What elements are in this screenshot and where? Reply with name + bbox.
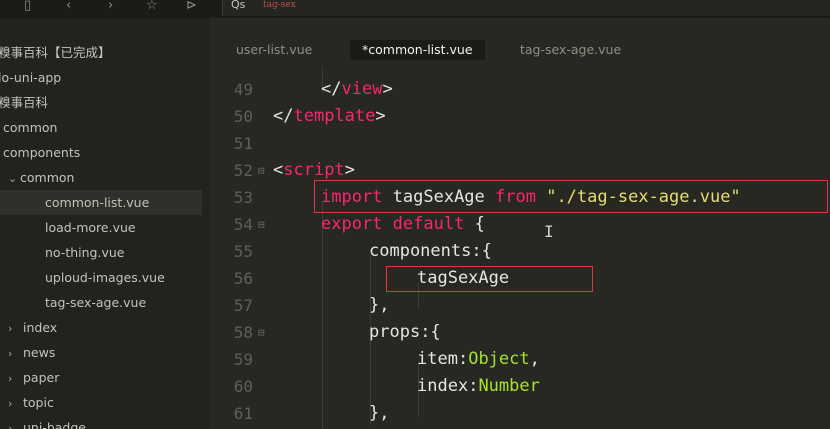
tree-item-uni-app[interactable]: lo-uni-app	[0, 65, 61, 90]
chevron-right-icon: ›	[8, 322, 13, 335]
tree-item-no-thing[interactable]: no-thing.vue	[45, 240, 124, 265]
file-icon[interactable]: ▯	[24, 0, 31, 14]
line-number: 58	[233, 323, 253, 342]
code-line-58: props:{	[369, 322, 441, 342]
line-number: 61	[233, 404, 253, 423]
back-arrow-icon[interactable]: ‹	[66, 0, 71, 14]
editor-tabs: user-list.vue *common-list.vue tag-sex-a…	[210, 34, 830, 64]
line-number: 56	[233, 269, 253, 288]
tree-item-news[interactable]: › news	[8, 340, 55, 365]
tree-item-topic[interactable]: › topic	[8, 390, 54, 415]
chevron-right-icon: ›	[8, 422, 13, 429]
tree-item-common-folder[interactable]: ⌄ common	[8, 165, 74, 190]
code-line-49: </view>	[321, 79, 393, 99]
chevron-down-icon: ⌄	[8, 172, 18, 185]
line-number: 60	[233, 377, 253, 396]
line-number: 59	[233, 350, 253, 369]
project-tree: 糗事百科【已完成】 lo-uni-app 糗事百科 common compone…	[0, 18, 210, 429]
highlight-component-name	[386, 266, 593, 292]
tab-common-list[interactable]: *common-list.vue	[350, 40, 485, 60]
tree-item-components[interactable]: components	[3, 140, 80, 165]
text-cursor-icon: I	[544, 222, 554, 241]
run-icon[interactable]: ⊳	[186, 0, 197, 14]
top-toolbar: ▯ ‹ › ☆ ⊳ Qs tag-sex	[0, 0, 830, 18]
tree-item-project[interactable]: 糗事百科	[0, 90, 48, 115]
tab-tag-sex-age[interactable]: tag-sex-age.vue	[520, 40, 621, 60]
chevron-right-icon: ›	[8, 347, 13, 360]
code-line-57: },	[369, 295, 390, 315]
tree-item-load-more[interactable]: load-more.vue	[45, 215, 136, 240]
code-line-60: index:Number	[417, 376, 540, 396]
tree-item-index[interactable]: › index	[8, 315, 57, 340]
chevron-right-icon: ›	[8, 397, 13, 410]
line-number: 55	[233, 242, 253, 261]
fold-icon[interactable]: ⊟	[258, 211, 265, 238]
code-line-50: </template>	[273, 106, 386, 126]
fold-icon[interactable]: ⊟	[258, 157, 265, 184]
highlight-import-line	[314, 180, 828, 213]
tree-item-common-root[interactable]: common	[3, 115, 57, 140]
search-query: tag-sex	[263, 0, 296, 10]
line-number: 53	[233, 188, 253, 207]
line-number: 51	[233, 134, 253, 153]
search-icon: Qs	[231, 0, 246, 11]
line-number: 50	[233, 107, 253, 126]
code-line-54: export default {	[321, 214, 485, 234]
star-icon[interactable]: ☆	[146, 0, 158, 14]
tree-item-tag-sex-age[interactable]: tag-sex-age.vue	[45, 290, 146, 315]
tree-item-uploud-images[interactable]: uploud-images.vue	[45, 265, 165, 290]
code-line-61: },	[369, 403, 390, 423]
code-editor[interactable]: 49 50 51 52 53 54 55 56 57 58 59 60 61 ⊟…	[210, 66, 830, 429]
fold-icon[interactable]: ⊟	[258, 319, 265, 346]
line-number: 52	[233, 161, 253, 180]
search-input[interactable]: Qs tag-sex	[222, 0, 830, 16]
tree-item-paper[interactable]: › paper	[8, 365, 59, 390]
tree-item-common-list[interactable]: common-list.vue	[0, 190, 202, 215]
forward-arrow-icon[interactable]: ›	[108, 0, 113, 14]
code-line-59: item:Object,	[417, 349, 540, 369]
line-number: 49	[233, 80, 253, 99]
line-number: 57	[233, 296, 253, 315]
tree-item-uni-badge[interactable]: › uni-badge	[8, 415, 86, 429]
tab-user-list[interactable]: user-list.vue	[236, 40, 312, 60]
code-line-55: components:{	[369, 241, 492, 261]
chevron-right-icon: ›	[8, 372, 13, 385]
tree-item-project-done[interactable]: 糗事百科【已完成】	[0, 40, 111, 65]
line-number: 54	[233, 215, 253, 234]
